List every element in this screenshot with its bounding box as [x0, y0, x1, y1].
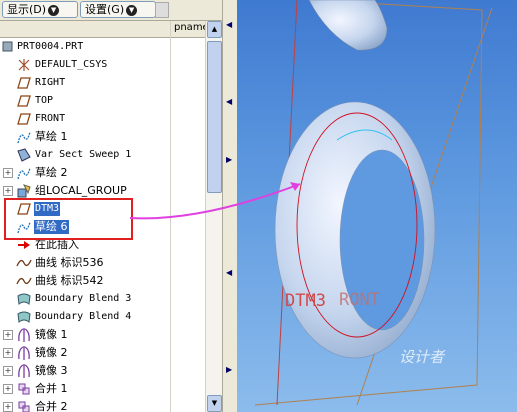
toolbar-extra-button[interactable]	[155, 2, 169, 18]
splitter-arrow-icon[interactable]: ▶	[226, 365, 232, 374]
tree-item-label: DEFAULT_CSYS	[35, 59, 108, 70]
boundary-blend-icon	[16, 291, 32, 307]
merge-icon	[16, 399, 32, 412]
tree-item-label: PRT0004.PRT	[17, 41, 84, 52]
merge-icon	[16, 381, 32, 397]
tree-row-mirror-1[interactable]: + 镜像 1	[0, 326, 205, 344]
tree-row-mirror-3[interactable]: + 镜像 3	[0, 362, 205, 380]
tree-row-top[interactable]: TOP	[0, 92, 205, 110]
tree-item-label: 镜像 2	[35, 346, 68, 359]
tree-scrollbar[interactable]: ▲ ▼	[205, 21, 222, 412]
tree-item-label: TOP	[35, 95, 54, 106]
group-icon	[16, 183, 32, 199]
tree-item-label: 在此插入	[35, 238, 79, 251]
settings-menu-button[interactable]: 设置(G) ▼	[80, 1, 156, 18]
curve-icon	[16, 255, 32, 271]
panel-splitter[interactable]: ◀ ◀ ▶ ◀ ▶	[222, 0, 238, 412]
tree-row-merge-1[interactable]: + 合并 1	[0, 380, 205, 398]
splitter-arrow-icon[interactable]: ◀	[226, 268, 232, 277]
splitter-arrow-icon[interactable]: ▶	[226, 155, 232, 164]
model-tree-toolbar: 显示(D) ▼ 设置(G) ▼	[0, 0, 222, 21]
ring-segment	[308, 0, 388, 51]
tree-item-label: FRONT	[35, 113, 66, 124]
datum-label-front: RONT	[339, 290, 380, 310]
tree-item-label: RIGHT	[35, 77, 66, 88]
mirror-icon	[16, 345, 32, 361]
settings-label: 设置	[85, 3, 107, 16]
tree-row-right[interactable]: RIGHT	[0, 74, 205, 92]
expand-icon[interactable]: +	[3, 402, 13, 412]
chevron-down-icon: ▼	[48, 4, 60, 16]
tree-item-label: 镜像 3	[35, 364, 68, 377]
datum-label-dtm3: DTM3	[285, 291, 326, 311]
scroll-down-icon[interactable]: ▼	[207, 395, 222, 412]
datum-plane-icon	[16, 93, 32, 109]
sketch-icon	[16, 129, 32, 145]
tree-item-label: 合并 1	[35, 382, 68, 395]
datum-plane-icon	[16, 111, 32, 127]
scroll-up-icon[interactable]: ▲	[207, 21, 222, 38]
tree-row-curve-536[interactable]: 曲线 标识536	[0, 254, 205, 272]
chevron-down-icon: ▼	[126, 4, 138, 16]
tree-item-label: 曲线 标识536	[35, 256, 104, 269]
tree-row-default-csys[interactable]: DEFAULT_CSYS	[0, 56, 205, 74]
model-graphics: DTM3 RONT 设计者	[254, 0, 493, 406]
curve-icon	[16, 273, 32, 289]
tree-item-label: 曲线 标识542	[35, 274, 104, 287]
display-menu-button[interactable]: 显示(D) ▼	[2, 1, 78, 18]
column-header-pname[interactable]: pname	[174, 22, 209, 33]
tree-item-label: Boundary Blend 4	[35, 311, 132, 322]
tree-item-label: Var Sect Sweep 1	[35, 149, 132, 160]
expand-icon[interactable]: +	[3, 330, 13, 340]
tree-row-sketch-1[interactable]: 草绘 1	[0, 128, 205, 146]
tree-row-var-sect-sweep[interactable]: Var Sect Sweep 1	[0, 146, 205, 164]
tree-row-mirror-2[interactable]: + 镜像 2	[0, 344, 205, 362]
tree-item-label: 草绘 2	[35, 166, 68, 179]
highlight-box	[4, 198, 133, 240]
3d-viewport[interactable]: DTM3 RONT 设计者	[237, 0, 517, 412]
sketch-icon	[16, 165, 32, 181]
tree-item-label: Boundary Blend 3	[35, 293, 132, 304]
scrollbar-thumb[interactable]	[207, 41, 222, 193]
mirror-icon	[16, 327, 32, 343]
expand-icon[interactable]: +	[3, 348, 13, 358]
splitter-arrow-icon[interactable]: ◀	[226, 97, 232, 106]
boundary-blend-icon	[16, 309, 32, 325]
tree-row-boundary-blend-4[interactable]: Boundary Blend 4	[0, 308, 205, 326]
expand-icon[interactable]: +	[3, 186, 13, 196]
tree-item-label: 组LOCAL_GROUP	[35, 184, 127, 197]
splitter-arrow-icon[interactable]: ◀	[226, 20, 232, 29]
datum-plane-icon	[16, 75, 32, 91]
watermark: 设计者	[399, 348, 446, 366]
expand-icon[interactable]: +	[3, 366, 13, 376]
tree-item-label: 合并 2	[35, 400, 68, 412]
tree-item-label: 草绘 1	[35, 130, 68, 143]
tree-item-label: 镜像 1	[35, 328, 68, 341]
settings-key: (G)	[107, 3, 125, 16]
expand-icon[interactable]: +	[3, 384, 13, 394]
tree-row-front[interactable]: FRONT	[0, 110, 205, 128]
tree-row-part[interactable]: PRT0004.PRT	[0, 38, 205, 56]
part-icon	[0, 39, 16, 55]
mirror-icon	[16, 363, 32, 379]
tree-row-sketch-2[interactable]: + 草绘 2	[0, 164, 205, 182]
tree-row-merge-2[interactable]: + 合并 2	[0, 398, 205, 412]
expand-icon[interactable]: +	[3, 168, 13, 178]
tree-row-boundary-blend-3[interactable]: Boundary Blend 3	[0, 290, 205, 308]
display-label: 显示	[7, 3, 29, 16]
sweep-icon	[16, 147, 32, 163]
display-key: (D)	[29, 3, 47, 16]
csys-icon	[16, 57, 32, 73]
tree-row-curve-542[interactable]: 曲线 标识542	[0, 272, 205, 290]
